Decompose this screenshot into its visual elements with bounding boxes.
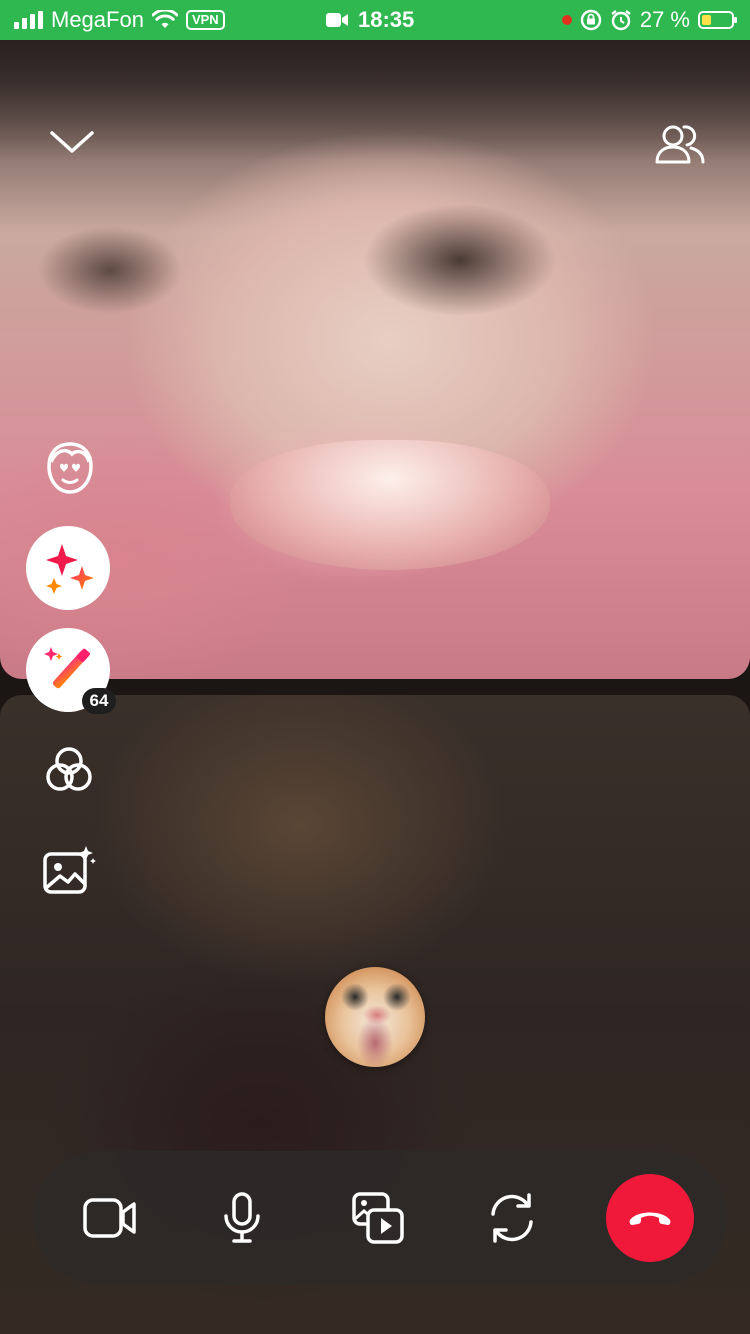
carrier-name: MegaFon — [51, 7, 144, 32]
face-mask-button[interactable] — [38, 436, 102, 500]
battery-charging-icon — [698, 11, 737, 29]
alarm-icon — [611, 10, 631, 31]
rotation-lock-icon — [580, 9, 602, 31]
switch-camera-button[interactable] — [481, 1187, 543, 1249]
face-mask-icon — [47, 442, 93, 494]
clock: 18:35 — [358, 7, 415, 32]
remote-video-detail — [230, 440, 550, 570]
video-recording-icon — [326, 13, 348, 27]
sparkles-icon — [46, 544, 94, 594]
filters-button[interactable] — [38, 740, 100, 800]
remote-video-shade — [0, 40, 750, 160]
sparkles-effect-button[interactable] — [26, 526, 110, 610]
recording-dot-icon — [561, 15, 572, 25]
screen-share-button[interactable] — [347, 1187, 409, 1249]
screen-share-icon — [352, 1192, 404, 1244]
participants-icon — [655, 125, 705, 164]
end-call-icon — [629, 1212, 671, 1225]
switch-camera-icon — [491, 1193, 533, 1243]
remote-video — [0, 40, 750, 679]
video-camera-icon — [83, 1198, 136, 1238]
chevron-down-icon — [50, 131, 94, 153]
call-controls-bar — [33, 1151, 727, 1285]
microphone-icon — [224, 1192, 260, 1243]
battery-percent: 27 % — [639, 7, 690, 32]
end-call-button[interactable] — [606, 1174, 694, 1262]
camera-toggle-button[interactable] — [79, 1187, 141, 1249]
self-avatar[interactable] — [325, 967, 425, 1067]
wifi-icon — [151, 10, 178, 28]
signal-icon — [14, 11, 43, 29]
filters-icon — [46, 747, 92, 791]
minimize-call-button[interactable] — [44, 120, 100, 164]
participants-button[interactable] — [648, 116, 710, 172]
effects-count-badge: 64 — [82, 688, 116, 714]
status-bar: MegaFon VPN 18:35 27 % — [0, 0, 750, 40]
background-image-icon — [43, 846, 96, 894]
vpn-badge: VPN — [185, 10, 225, 30]
microphone-toggle-button[interactable] — [211, 1187, 273, 1249]
background-button[interactable] — [38, 840, 100, 900]
